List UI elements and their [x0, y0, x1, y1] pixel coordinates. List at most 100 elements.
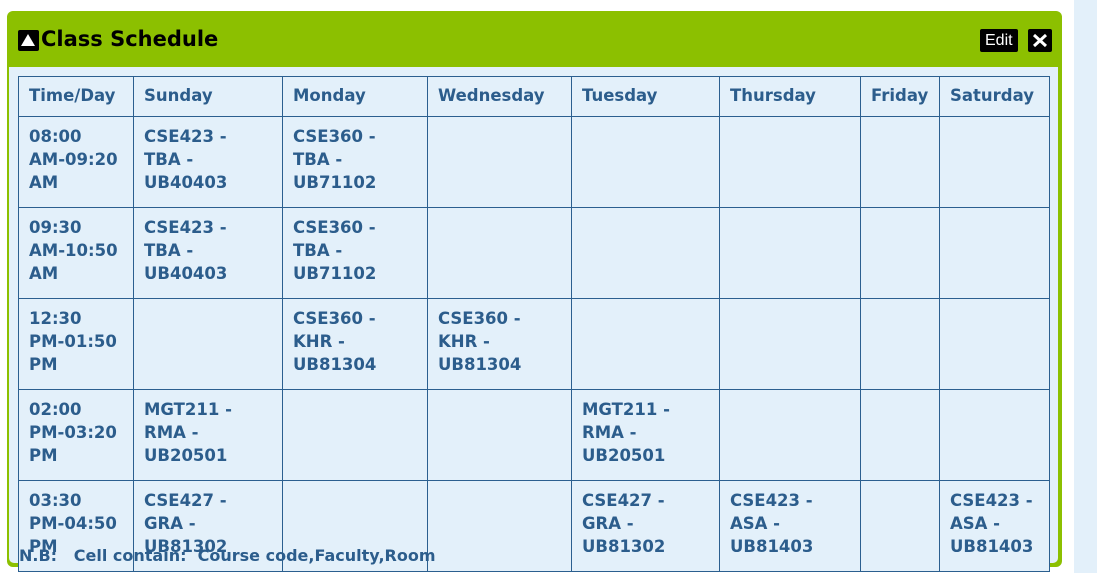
schedule-body: 08:00 AM-09:20 AM CSE423 - TBA - UB40403 CSE36…	[18, 116, 1050, 572]
class-cell-line: KHR -	[293, 332, 345, 351]
close-button[interactable]	[1028, 29, 1052, 52]
class-cell-line: CSE360 -	[293, 218, 376, 237]
edit-button[interactable]: Edit	[980, 29, 1018, 52]
empty-cell	[571, 207, 720, 299]
class-schedule-panel: Class Schedule Edit Time/Day Sunday Monday…	[7, 11, 1062, 572]
time-slot-line: AM	[29, 264, 59, 283]
legend-note: N.B: Cell contain: Course code,Faculty,R…	[19, 545, 436, 567]
class-cell-line: UB81304	[293, 355, 377, 374]
column-header-monday: Monday	[282, 76, 428, 117]
empty-cell	[427, 116, 572, 208]
empty-cell	[939, 116, 1050, 208]
class-cell-line: UB81403	[730, 537, 814, 556]
class-cell-line: RMA -	[582, 423, 637, 442]
empty-cell	[860, 389, 940, 481]
column-header-tuesday: Tuesday	[571, 76, 720, 117]
schedule-header-row: Time/Day Sunday Monday Wednesday Tuesday Thur…	[18, 76, 1050, 117]
time-slot-line: AM	[29, 173, 59, 192]
class-cell-line: UB71102	[293, 264, 377, 283]
schedule-row: 09:30 AM-10:50 AM CSE423 - TBA - UB40403 CSE36…	[18, 207, 1050, 299]
empty-cell	[427, 389, 572, 481]
empty-cell	[939, 298, 1050, 390]
class-cell-line: CSE360 -	[438, 309, 521, 328]
class-cell: CSE423 - ASA - UB81403	[939, 480, 1050, 572]
class-cell-line: MGT211 -	[582, 400, 670, 419]
right-background-strip	[1074, 0, 1097, 573]
empty-cell	[719, 116, 861, 208]
empty-cell	[427, 207, 572, 299]
empty-cell	[719, 298, 861, 390]
class-cell: CSE360 - TBA - UB71102	[282, 116, 428, 208]
class-cell-line: TBA -	[293, 150, 343, 169]
empty-cell	[571, 116, 720, 208]
time-slot-line: 03:30	[29, 491, 82, 510]
class-cell-line: CSE423 -	[730, 491, 813, 510]
empty-cell	[939, 207, 1050, 299]
class-cell: CSE360 - TBA - UB71102	[282, 207, 428, 299]
class-cell: CSE423 - TBA - UB40403	[133, 116, 283, 208]
class-cell-line: UB71102	[293, 173, 377, 192]
class-cell-line: KHR -	[438, 332, 490, 351]
time-slot-cell: 09:30 AM-10:50 AM	[18, 207, 134, 299]
class-cell-line: CSE423 -	[950, 491, 1033, 510]
schedule-row: 02:00 PM-03:20 PM MGT211 - RMA - UB20501 MGT21…	[18, 389, 1050, 481]
time-slot-cell: 02:00 PM-03:20 PM	[18, 389, 134, 481]
class-cell-line: ASA -	[950, 514, 1001, 533]
class-cell-line: UB81302	[582, 537, 666, 556]
column-header-sunday: Sunday	[133, 76, 283, 117]
time-slot-cell: 08:00 AM-09:20 AM	[18, 116, 134, 208]
class-cell: CSE423 - TBA - UB40403	[133, 207, 283, 299]
panel-title: Class Schedule	[41, 27, 219, 51]
class-cell: CSE427 - GRA - UB81302	[571, 480, 720, 572]
time-slot-line: PM-04:50	[29, 514, 117, 533]
class-cell-line: CSE427 -	[144, 491, 227, 510]
class-cell-line: UB20501	[144, 446, 228, 465]
class-cell: CSE423 - ASA - UB81403	[719, 480, 861, 572]
empty-cell	[133, 298, 283, 390]
time-slot-line: PM	[29, 446, 58, 465]
time-slot-line: AM-10:50	[29, 241, 118, 260]
empty-cell	[939, 389, 1050, 481]
class-cell-line: UB40403	[144, 264, 228, 283]
empty-cell	[860, 480, 940, 572]
empty-cell	[860, 207, 940, 299]
class-cell-line: CSE423 -	[144, 218, 227, 237]
time-slot-line: 02:00	[29, 400, 82, 419]
close-x-icon	[1032, 33, 1048, 48]
class-cell-line: CSE423 -	[144, 127, 227, 146]
class-cell: MGT211 - RMA - UB20501	[133, 389, 283, 481]
schedule-row: 12:30 PM-01:50 PM CSE360 - KHR - UB81304 CSE36…	[18, 298, 1050, 390]
empty-cell	[427, 480, 572, 572]
class-cell-line: UB81304	[438, 355, 522, 374]
class-cell-line: UB40403	[144, 173, 228, 192]
schedule-row: 08:00 AM-09:20 AM CSE423 - TBA - UB40403 CSE36…	[18, 116, 1050, 208]
class-cell: CSE360 - KHR - UB81304	[282, 298, 428, 390]
column-header-thursday: Thursday	[719, 76, 861, 117]
time-slot-line: AM-09:20	[29, 150, 118, 169]
class-cell-line: CSE360 -	[293, 309, 376, 328]
class-cell-line: RMA -	[144, 423, 199, 442]
class-cell-line: TBA -	[144, 241, 194, 260]
empty-cell	[719, 207, 861, 299]
class-cell: MGT211 - RMA - UB20501	[571, 389, 720, 481]
class-cell: CSE360 - KHR - UB81304	[427, 298, 572, 390]
column-header-time-day: Time/Day	[18, 76, 134, 117]
class-cell-line: MGT211 -	[144, 400, 232, 419]
empty-cell	[860, 116, 940, 208]
time-slot-line: 09:30	[29, 218, 82, 237]
empty-cell	[860, 298, 940, 390]
time-slot-line: 08:00	[29, 127, 82, 146]
class-cell-line: UB20501	[582, 446, 666, 465]
time-slot-line: PM-01:50	[29, 332, 117, 351]
time-slot-line: PM-03:20	[29, 423, 117, 442]
class-cell-line: CSE360 -	[293, 127, 376, 146]
class-cell-line: UB81403	[950, 537, 1034, 556]
legend-note-text: Cell contain: Course code,Faculty,Room	[73, 546, 436, 565]
class-cell-line: ASA -	[730, 514, 781, 533]
class-cell-line: GRA -	[582, 514, 634, 533]
collapse-triangle-up-icon[interactable]	[18, 30, 39, 51]
class-cell-line: TBA -	[293, 241, 343, 260]
panel-body: Time/Day Sunday Monday Wednesday Tuesday Thur…	[9, 67, 1058, 572]
empty-cell	[719, 389, 861, 481]
legend-note-label: N.B:	[19, 546, 58, 565]
